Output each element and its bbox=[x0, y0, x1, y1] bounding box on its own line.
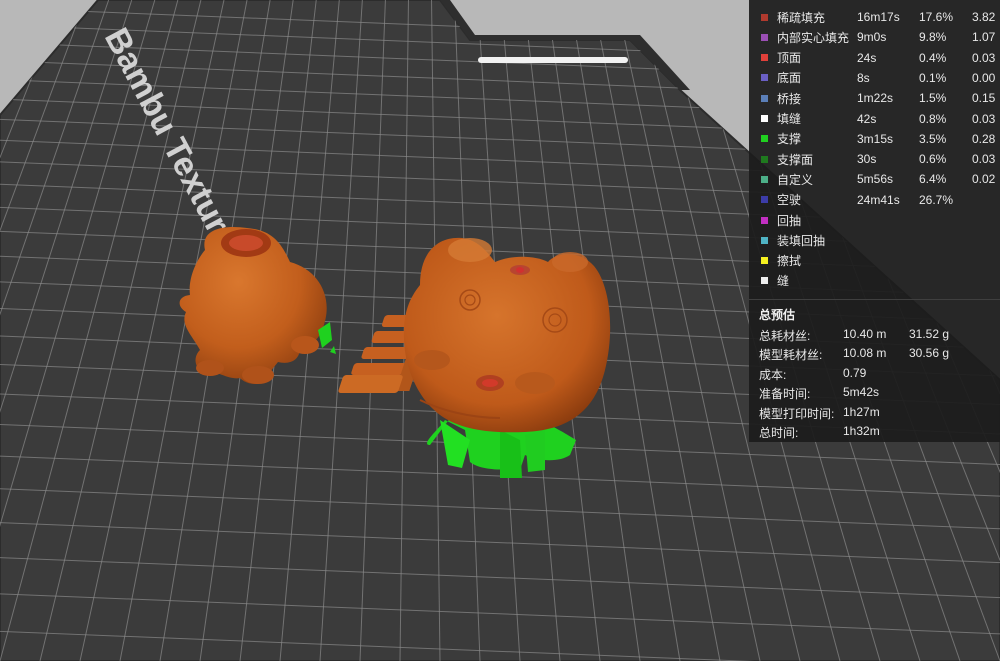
legend-color-swatch bbox=[761, 175, 768, 183]
legend-feature-usage: 3.82 bbox=[972, 10, 996, 24]
legend-feature-name: 回抽 bbox=[777, 213, 802, 228]
legend-feature-name: 内部实心填充 bbox=[777, 30, 850, 45]
legend-row: 稀疏填充 16m17s 17.6% 3.82 bbox=[749, 7, 1000, 27]
summary-value-secondary: 31.52 g bbox=[909, 327, 950, 341]
legend-feature-usage: 1.07 bbox=[972, 30, 996, 45]
legend-row: 支撑面 30s 0.6% 0.03 bbox=[749, 149, 1000, 169]
summary-value-primary: 5m42s bbox=[843, 385, 880, 400]
legend-feature-usage: 0.03 bbox=[972, 111, 996, 126]
legend-row: 空驶 24m41s 26.7% bbox=[749, 190, 1000, 210]
legend-row: 底面 8s 0.1% 0.00 bbox=[749, 68, 1000, 88]
summary-label: 模型打印时间: bbox=[759, 406, 835, 421]
legend-row: 顶面 24s 0.4% 0.03 bbox=[749, 48, 1000, 68]
legend-row: 擦拭 bbox=[749, 251, 1000, 271]
summary-title: 总预估 bbox=[759, 308, 796, 322]
summary-row: 总耗材丝: 10.40 m 31.52 g bbox=[749, 327, 1000, 345]
legend-feature-name: 擦拭 bbox=[777, 254, 802, 269]
legend-feature-name: 装填回抽 bbox=[777, 233, 826, 248]
legend-row: 内部实心填充 9m0s 9.8% 1.07 bbox=[749, 27, 1000, 47]
legend-color-swatch bbox=[761, 115, 768, 122]
plate-clip-marker bbox=[478, 57, 628, 63]
legend-feature-time: 24s bbox=[857, 50, 877, 65]
legend-color-swatch bbox=[761, 155, 768, 163]
legend-row: 回抽 bbox=[749, 210, 1000, 230]
legend-feature-time: 5m56s bbox=[857, 172, 894, 187]
summary-label: 模型耗材丝: bbox=[759, 348, 823, 363]
summary-value-primary: 1h27m bbox=[843, 404, 880, 419]
summary-row: 总时间: 1h32m bbox=[749, 424, 1000, 442]
legend-feature-name: 支撑 bbox=[777, 132, 802, 147]
gcode-legend-panel: 稀疏填充 16m17s 17.6% 3.82 内部实心填充 9m0s 9.8% 1.07 顶面 2… bbox=[749, 0, 1000, 442]
legend-feature-time: 16m17s bbox=[857, 10, 900, 24]
summary-row: 成本: 0.79 bbox=[749, 366, 1000, 384]
legend-feature-name: 稀疏填充 bbox=[777, 10, 826, 25]
legend-row: 支撑 3m15s 3.5% 0.28 bbox=[749, 129, 1000, 149]
legend-feature-percent: 26.7% bbox=[919, 192, 954, 207]
legend-feature-usage: 0.00 bbox=[972, 70, 996, 85]
legend-feature-usage: 0.03 bbox=[972, 50, 996, 65]
summary-value-primary: 0.79 bbox=[843, 365, 867, 380]
legend-color-swatch bbox=[761, 196, 768, 204]
legend-row: 缝 bbox=[749, 271, 1000, 291]
legend-color-swatch bbox=[761, 257, 768, 265]
legend-feature-name: 支撑面 bbox=[777, 152, 814, 167]
summary-value-primary: 1h32m bbox=[843, 424, 880, 438]
legend-feature-percent: 1.5% bbox=[919, 91, 947, 106]
legend-row: 装填回抽 bbox=[749, 230, 1000, 250]
summary-row: 模型打印时间: 1h27m bbox=[749, 405, 1000, 423]
legend-color-swatch bbox=[761, 135, 768, 143]
legend-color-swatch bbox=[761, 277, 768, 285]
legend-feature-time: 42s bbox=[857, 111, 877, 126]
summary-label: 总耗材丝: bbox=[759, 329, 811, 343]
model-small-figure[interactable] bbox=[176, 220, 336, 390]
legend-feature-name: 桥接 bbox=[777, 91, 802, 106]
legend-feature-time: 8s bbox=[857, 70, 870, 85]
legend-color-swatch bbox=[761, 54, 768, 62]
legend-feature-percent: 6.4% bbox=[919, 172, 947, 187]
legend-feature-time: 3m15s bbox=[857, 131, 894, 146]
legend-feature-time: 9m0s bbox=[857, 30, 887, 45]
legend-feature-name: 顶面 bbox=[777, 51, 802, 66]
legend-color-swatch bbox=[761, 33, 768, 41]
legend-color-swatch bbox=[761, 236, 768, 244]
summary-label: 成本: bbox=[759, 367, 787, 382]
legend-feature-name: 空驶 bbox=[777, 193, 802, 208]
legend-feature-percent: 0.4% bbox=[919, 50, 947, 65]
legend-feature-percent: 0.1% bbox=[919, 70, 947, 85]
legend-feature-percent: 3.5% bbox=[919, 131, 947, 146]
legend-feature-name: 自定义 bbox=[777, 172, 814, 187]
summary-value-primary: 10.40 m bbox=[843, 327, 887, 341]
legend-color-swatch bbox=[761, 94, 768, 102]
legend-feature-time: 24m41s bbox=[857, 192, 900, 207]
legend-feature-name: 底面 bbox=[777, 71, 802, 86]
legend-row: 桥接 1m22s 1.5% 0.15 bbox=[749, 88, 1000, 108]
legend-feature-usage: 0.15 bbox=[972, 91, 996, 106]
summary-divider bbox=[749, 299, 1000, 300]
summary-label: 总时间: bbox=[759, 426, 799, 440]
legend-color-swatch bbox=[761, 216, 768, 224]
legend-feature-usage: 0.28 bbox=[972, 131, 996, 146]
legend-feature-usage: 0.02 bbox=[972, 172, 996, 187]
legend-row: 自定义 5m56s 6.4% 0.02 bbox=[749, 169, 1000, 189]
summary-row: 准备时间: 5m42s bbox=[749, 385, 1000, 403]
legend-feature-percent: 17.6% bbox=[919, 10, 954, 24]
summary-value-secondary: 30.56 g bbox=[909, 346, 950, 361]
legend-color-swatch bbox=[761, 13, 768, 21]
summary-label: 准备时间: bbox=[759, 387, 811, 402]
legend-feature-time: 1m22s bbox=[857, 91, 894, 106]
legend-feature-time: 30s bbox=[857, 152, 877, 167]
summary-row: 模型耗材丝: 10.08 m 30.56 g bbox=[749, 346, 1000, 364]
legend-feature-percent: 9.8% bbox=[919, 30, 947, 45]
legend-feature-name: 缝 bbox=[777, 274, 790, 289]
legend-row: 填缝 42s 0.8% 0.03 bbox=[749, 109, 1000, 129]
legend-feature-percent: 0.6% bbox=[919, 152, 947, 167]
legend-feature-name: 填缝 bbox=[777, 112, 802, 126]
summary-value-primary: 10.08 m bbox=[843, 346, 887, 361]
legend-feature-usage: 0.03 bbox=[972, 152, 996, 167]
legend-feature-percent: 0.8% bbox=[919, 111, 947, 126]
legend-color-swatch bbox=[761, 74, 768, 82]
